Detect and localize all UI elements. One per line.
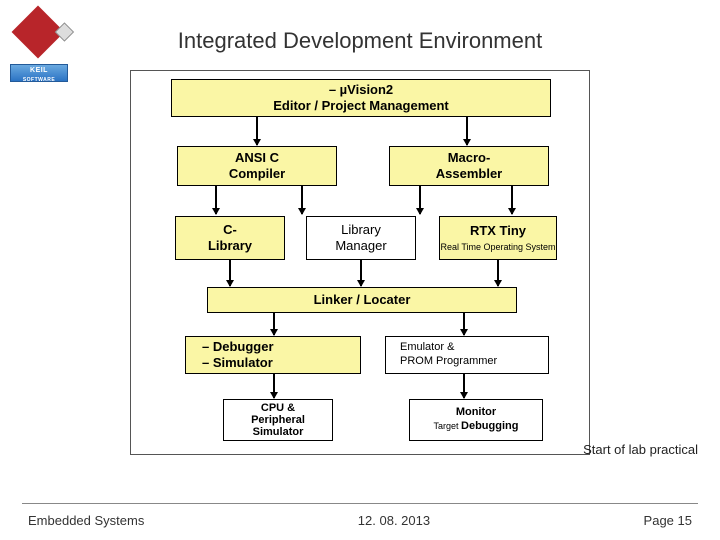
diagram-frame: – µVision2 Editor / Project Management A… — [130, 70, 590, 455]
side-note: Start of lab practical — [583, 442, 698, 457]
footer-center: 12. 08. 2013 — [358, 513, 430, 528]
arrow-ansi-libmgr — [301, 186, 303, 214]
box-monitor-target-debugging: Monitor Target Debugging — [409, 399, 543, 441]
rtx-title: RTX Tiny — [470, 223, 526, 239]
debugger-line1: – Debugger — [202, 339, 274, 355]
libmgr-line1: Library — [341, 222, 381, 238]
arrow-ansi-clib — [215, 186, 217, 214]
box-cpu-peripheral-simulator: CPU & Peripheral Simulator — [223, 399, 333, 441]
cpu-line2: Peripheral — [251, 414, 305, 426]
arrow-editor-ansi — [256, 117, 258, 145]
monitor-debugging: Debugging — [461, 420, 518, 432]
arrow-linker-emulator — [463, 313, 465, 335]
macro-line2: Assembler — [436, 166, 502, 182]
box-library-manager: Library Manager — [306, 216, 416, 260]
box-linker-locater: Linker / Locater — [207, 287, 517, 313]
cpu-line1: CPU & — [261, 402, 295, 414]
clib-line1: C- — [223, 222, 237, 238]
footer-left: Embedded Systems — [28, 513, 144, 528]
page-title: Integrated Development Environment — [0, 0, 720, 54]
box-macro-assembler: Macro- Assembler — [389, 146, 549, 186]
box-emulator-prom: Emulator & PROM Programmer — [385, 336, 549, 374]
footer: Embedded Systems 12. 08. 2013 Page 15 — [0, 513, 720, 528]
emulator-line2: PROM Programmer — [400, 355, 497, 369]
arrow-macro-rtx — [511, 186, 513, 214]
rtx-sub: Real Time Operating System — [440, 242, 555, 253]
logo-brand-text: KEIL — [30, 67, 48, 74]
libmgr-line2: Manager — [335, 238, 386, 254]
linker-text: Linker / Locater — [314, 292, 411, 308]
logo-brand: KEIL SOFTWARE — [10, 64, 68, 82]
clib-line2: Library — [208, 238, 252, 254]
arrow-linker-debugger — [273, 313, 275, 335]
box-ansi-compiler: ANSI C Compiler — [177, 146, 337, 186]
box-editor: – µVision2 Editor / Project Management — [171, 79, 551, 117]
logo: KEIL SOFTWARE — [10, 6, 70, 82]
editor-line1: – µVision2 — [329, 82, 393, 98]
emulator-line1: Emulator & — [400, 341, 454, 355]
debugger-line2: – Simulator — [202, 355, 273, 371]
arrow-editor-macro — [466, 117, 468, 145]
box-debugger-simulator: – Debugger – Simulator — [185, 336, 361, 374]
logo-mark-icon — [12, 6, 65, 59]
arrow-debugger-cpu — [273, 374, 275, 398]
arrow-libmgr-linker — [360, 260, 362, 286]
arrow-macro-libmgr — [419, 186, 421, 214]
monitor-line2: Target Debugging — [434, 420, 519, 434]
footer-divider — [22, 503, 698, 504]
arrow-emulator-monitor — [463, 374, 465, 398]
macro-line1: Macro- — [448, 150, 491, 166]
logo-brand-sub: SOFTWARE — [23, 77, 55, 83]
arrow-rtx-linker — [497, 260, 499, 286]
cpu-line3: Simulator — [253, 426, 304, 438]
footer-right: Page 15 — [644, 513, 692, 528]
monitor-target: Target — [434, 421, 462, 431]
box-rtx-tiny: RTX Tiny Real Time Operating System — [439, 216, 557, 260]
arrow-clib-linker — [229, 260, 231, 286]
monitor-line1: Monitor — [456, 406, 496, 420]
editor-line2: Editor / Project Management — [273, 98, 449, 114]
ansi-line1: ANSI C — [235, 150, 279, 166]
ansi-line2: Compiler — [229, 166, 285, 182]
box-c-library: C- Library — [175, 216, 285, 260]
